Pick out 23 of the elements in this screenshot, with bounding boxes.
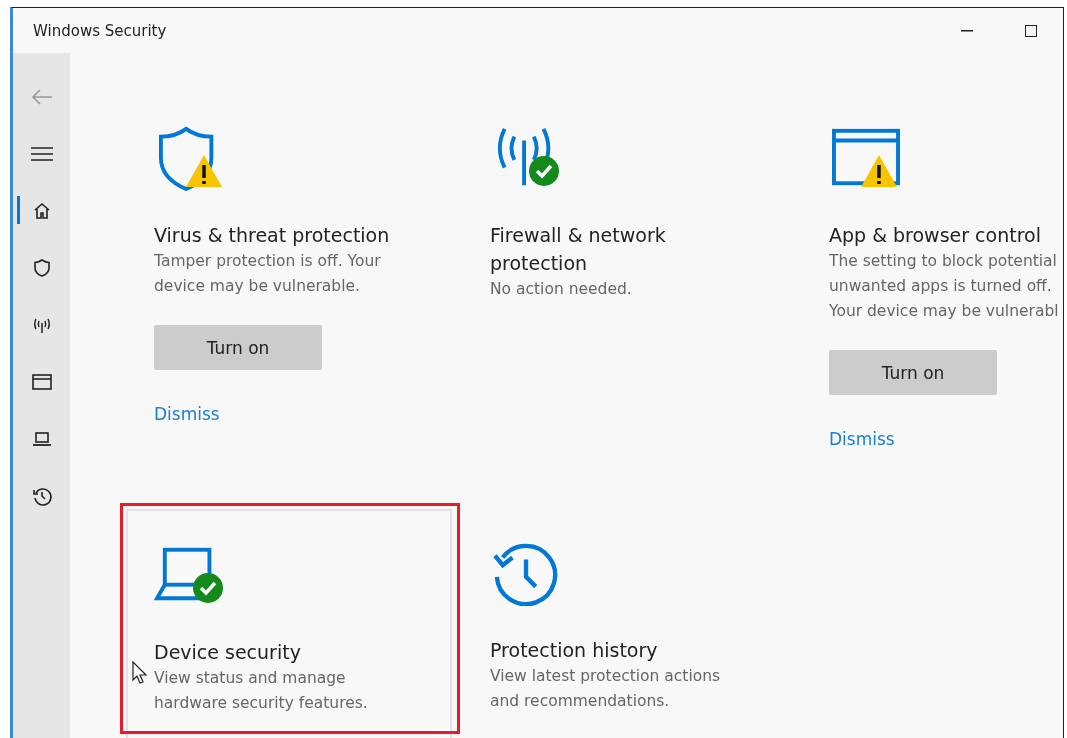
warning-icon	[184, 153, 224, 189]
card-title[interactable]: Virus & threat protection	[154, 221, 390, 249]
check-icon	[192, 572, 224, 604]
card-title[interactable]: Device security	[154, 638, 301, 666]
turn-on-button[interactable]: Turn on	[829, 350, 997, 395]
maximize-icon[interactable]	[1025, 24, 1037, 37]
card-description: The setting to block potential unwanted apps is turned off. Your device may be vulnerabl	[829, 251, 1059, 322]
check-icon	[528, 155, 560, 187]
warning-icon	[859, 153, 899, 189]
turn-on-button[interactable]: Turn on	[154, 325, 322, 370]
minimize-icon[interactable]	[961, 29, 973, 32]
menu-icon[interactable]	[30, 146, 53, 161]
card-title[interactable]: Firewall & network protection	[490, 221, 666, 277]
card-title[interactable]: Protection history	[490, 636, 658, 664]
card-description: View latest protection actions and recommendations.	[490, 666, 721, 712]
dismiss-link[interactable]: Dismiss	[154, 404, 220, 424]
card-description: Tamper protection is off. Your device may be vulnerable.	[154, 251, 381, 297]
card-title[interactable]: App & browser control	[829, 221, 1041, 249]
window-title: Windows Security	[33, 21, 168, 40]
card-description: No action needed.	[490, 279, 632, 300]
card-description: View status and manage hardware security features.	[154, 668, 368, 714]
cursor-icon	[132, 661, 148, 685]
dismiss-link[interactable]: Dismiss	[829, 429, 895, 449]
